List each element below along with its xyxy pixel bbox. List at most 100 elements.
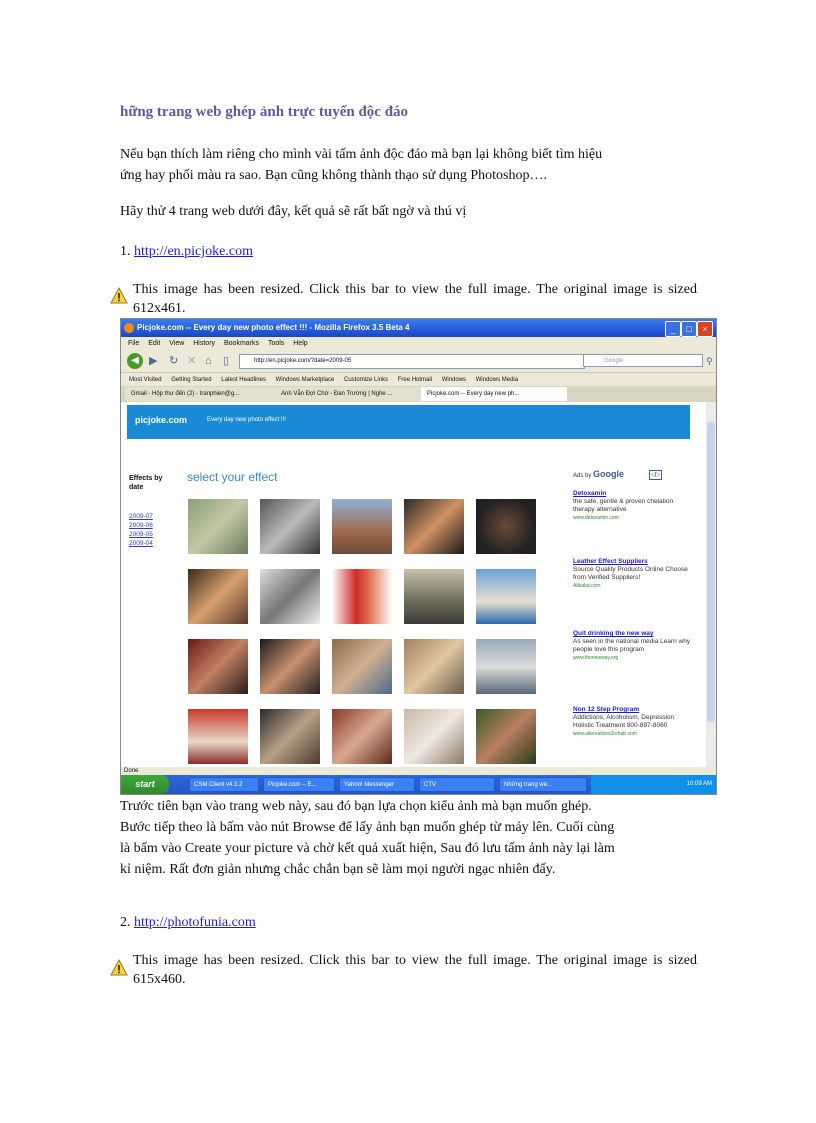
ad-item[interactable]: Leather Effect Suppliers Source Quality …	[573, 558, 693, 590]
close-icon[interactable]: ×	[697, 321, 713, 337]
system-tray: 10:09 AM	[591, 775, 716, 794]
ads-by-google: Ads by Google	[573, 470, 624, 480]
tab-picjoke[interactable]: Picjoke.com -- Every day new ph...	[421, 387, 567, 401]
bookmark-item[interactable]: Windows Media	[476, 377, 518, 383]
ad-item[interactable]: Non 12 Step Program Addictions, Alcoholi…	[573, 706, 693, 738]
ad-title[interactable]: Non 12 Step Program	[573, 706, 693, 714]
effect-thumbnail[interactable]	[332, 639, 392, 694]
item-1-link[interactable]: http://en.picjoke.com	[134, 244, 253, 259]
forward-arrow-icon[interactable]: ▶	[149, 354, 157, 368]
search-input[interactable]: Google	[583, 354, 703, 367]
reload-icon[interactable]: ↻	[169, 354, 178, 368]
date-link[interactable]: 2009-06	[129, 521, 153, 530]
scrollbar-thumb[interactable]	[707, 422, 715, 722]
date-link[interactable]: 2009-04	[129, 539, 153, 548]
menu-item[interactable]: Bookmarks	[224, 340, 259, 347]
ad-title[interactable]: Leather Effect Suppliers	[573, 558, 693, 566]
effect-thumbnail[interactable]	[404, 709, 464, 764]
ad-body: Addictions, Alcoholism, Depression Holis…	[573, 714, 675, 729]
select-effect-heading: select your effect	[187, 470, 278, 484]
menu-item[interactable]: Tools	[268, 340, 284, 347]
window-title: Picjoke.com -- Every day new photo effec…	[137, 323, 410, 332]
tab-bar: Gmail - Hộp thư đến (2) - tranphien@g...…	[121, 386, 716, 402]
effect-thumbnail[interactable]	[476, 569, 536, 624]
navigation-bar: ◀ ▶ ↻ ✕ ⌂ ▯ http://en.picjoke.com/?date=…	[121, 350, 716, 372]
effect-thumbnail[interactable]	[476, 639, 536, 694]
intro-line-2: ứng hay phối màu ra sao. Bạn cũng không …	[120, 168, 547, 183]
effect-thumbnail[interactable]	[188, 639, 248, 694]
windows-taskbar: start CSM Client v4.3.2 Picjoke.com -- E…	[121, 775, 716, 794]
bookmark-item[interactable]: Latest Headlines	[221, 377, 266, 383]
minimize-icon[interactable]: _	[665, 321, 681, 337]
clock: 10:09 AM	[686, 781, 712, 787]
bookmark-item[interactable]: Customize Links	[344, 377, 388, 383]
search-icon[interactable]: ⚲	[706, 354, 713, 368]
maximize-icon[interactable]: □	[681, 321, 697, 337]
effect-thumbnail[interactable]	[404, 569, 464, 624]
effect-thumbnail[interactable]	[188, 709, 248, 764]
ad-body: As seen in the national media Learn why …	[573, 638, 691, 653]
item-2-link[interactable]: http://photofunia.com	[134, 915, 256, 930]
ad-item[interactable]: Quit drinking the new way As seen in the…	[573, 630, 693, 662]
effect-thumbnail[interactable]	[476, 499, 536, 554]
vertical-scrollbar[interactable]	[706, 402, 716, 767]
effect-thumbnail[interactable]	[260, 639, 320, 694]
taskbar-item[interactable]: Yahoo! Messenger	[339, 777, 415, 792]
menu-item[interactable]: File	[128, 340, 139, 347]
stop-icon[interactable]: ✕	[187, 354, 196, 368]
date-link[interactable]: 2009-07	[129, 512, 153, 521]
bookmark-item[interactable]: Free Hotmail	[398, 377, 432, 383]
ad-url: www.thenewway.org	[573, 655, 619, 661]
ad-item[interactable]: Detoxamin the safe, gentle & proven chel…	[573, 490, 693, 522]
tab-gmail[interactable]: Gmail - Hộp thư đến (2) - tranphien@g...	[125, 387, 279, 401]
start-button[interactable]: start	[121, 775, 169, 794]
effect-thumbnail[interactable]	[260, 709, 320, 764]
effect-thumbnail[interactable]	[332, 709, 392, 764]
resize-notice-2[interactable]: This image has been resized. Click this …	[133, 951, 697, 989]
effect-thumbnail[interactable]	[188, 569, 248, 624]
ad-title[interactable]: Quit drinking the new way	[573, 630, 693, 638]
effect-thumbnail[interactable]	[332, 499, 392, 554]
site-logo[interactable]: picjoke.com	[135, 415, 187, 425]
bookmark-item[interactable]: Getting Started	[171, 377, 211, 383]
effect-thumbnail[interactable]	[188, 499, 248, 554]
taskbar-item[interactable]: Picjoke.com -- E...	[263, 777, 335, 792]
item-2-number: 2.	[120, 915, 131, 930]
taskbar-item[interactable]: CSM Client v4.3.2	[189, 777, 259, 792]
embedded-screenshot[interactable]: Picjoke.com -- Every day new photo effec…	[120, 318, 717, 795]
ad-url: www.detoxamin.com	[573, 515, 619, 521]
ad-title[interactable]: Detoxamin	[573, 490, 693, 498]
menu-item[interactable]: History	[193, 340, 215, 347]
tab-music[interactable]: Anh Vẫn Đợi Chờ - Đan Trường | Nghe ...	[275, 387, 425, 401]
menu-item[interactable]: Edit	[148, 340, 160, 347]
effect-thumbnail[interactable]	[404, 499, 464, 554]
effect-thumbnail[interactable]	[476, 709, 536, 764]
menu-item[interactable]: View	[169, 340, 184, 347]
desc-line-2: Bước tiếp theo là bấm vào nút Browse để …	[120, 820, 615, 835]
site-tagline: Every day new photo effect !!!	[207, 417, 286, 423]
menu-item[interactable]: Help	[293, 340, 307, 347]
warning-icon	[110, 959, 128, 976]
resize-notice-1[interactable]: This image has been resized. Click this …	[133, 280, 697, 318]
ad-nav-icon[interactable]: ◁▷	[649, 470, 663, 480]
item-2: 2. http://photofunia.com	[120, 912, 700, 933]
bookmark-item[interactable]: Windows Marketplace	[276, 377, 335, 383]
url-bar[interactable]: http://en.picjoke.com/?date=2009-05	[239, 354, 585, 369]
bookmark-item[interactable]: Windows	[442, 377, 466, 383]
effect-thumbnail[interactable]	[404, 639, 464, 694]
desc-line-4: kỉ niệm. Rất đơn giản nhưng chắc chắn bạ…	[120, 862, 556, 877]
effect-thumbnail[interactable]	[260, 569, 320, 624]
effect-thumbnail[interactable]	[332, 569, 392, 624]
effect-thumbnail[interactable]	[260, 499, 320, 554]
window-titlebar: Picjoke.com -- Every day new photo effec…	[121, 319, 716, 337]
bookmark-item[interactable]: Most Visited	[129, 377, 162, 383]
site-banner: picjoke.com Every day new photo effect !…	[127, 405, 690, 439]
desc-line-1: Trước tiên bạn vào trang web này, sau đó…	[120, 799, 592, 814]
taskbar-item[interactable]: Những trang we...	[499, 777, 587, 792]
taskbar-item[interactable]: CTV	[419, 777, 495, 792]
date-link[interactable]: 2009-05	[129, 530, 153, 539]
ad-body: the safe, gentle & proven chelation ther…	[573, 498, 674, 513]
home-icon[interactable]: ⌂	[205, 354, 212, 368]
back-arrow-icon[interactable]: ◀	[127, 353, 143, 369]
google-logo: Google	[593, 469, 625, 479]
